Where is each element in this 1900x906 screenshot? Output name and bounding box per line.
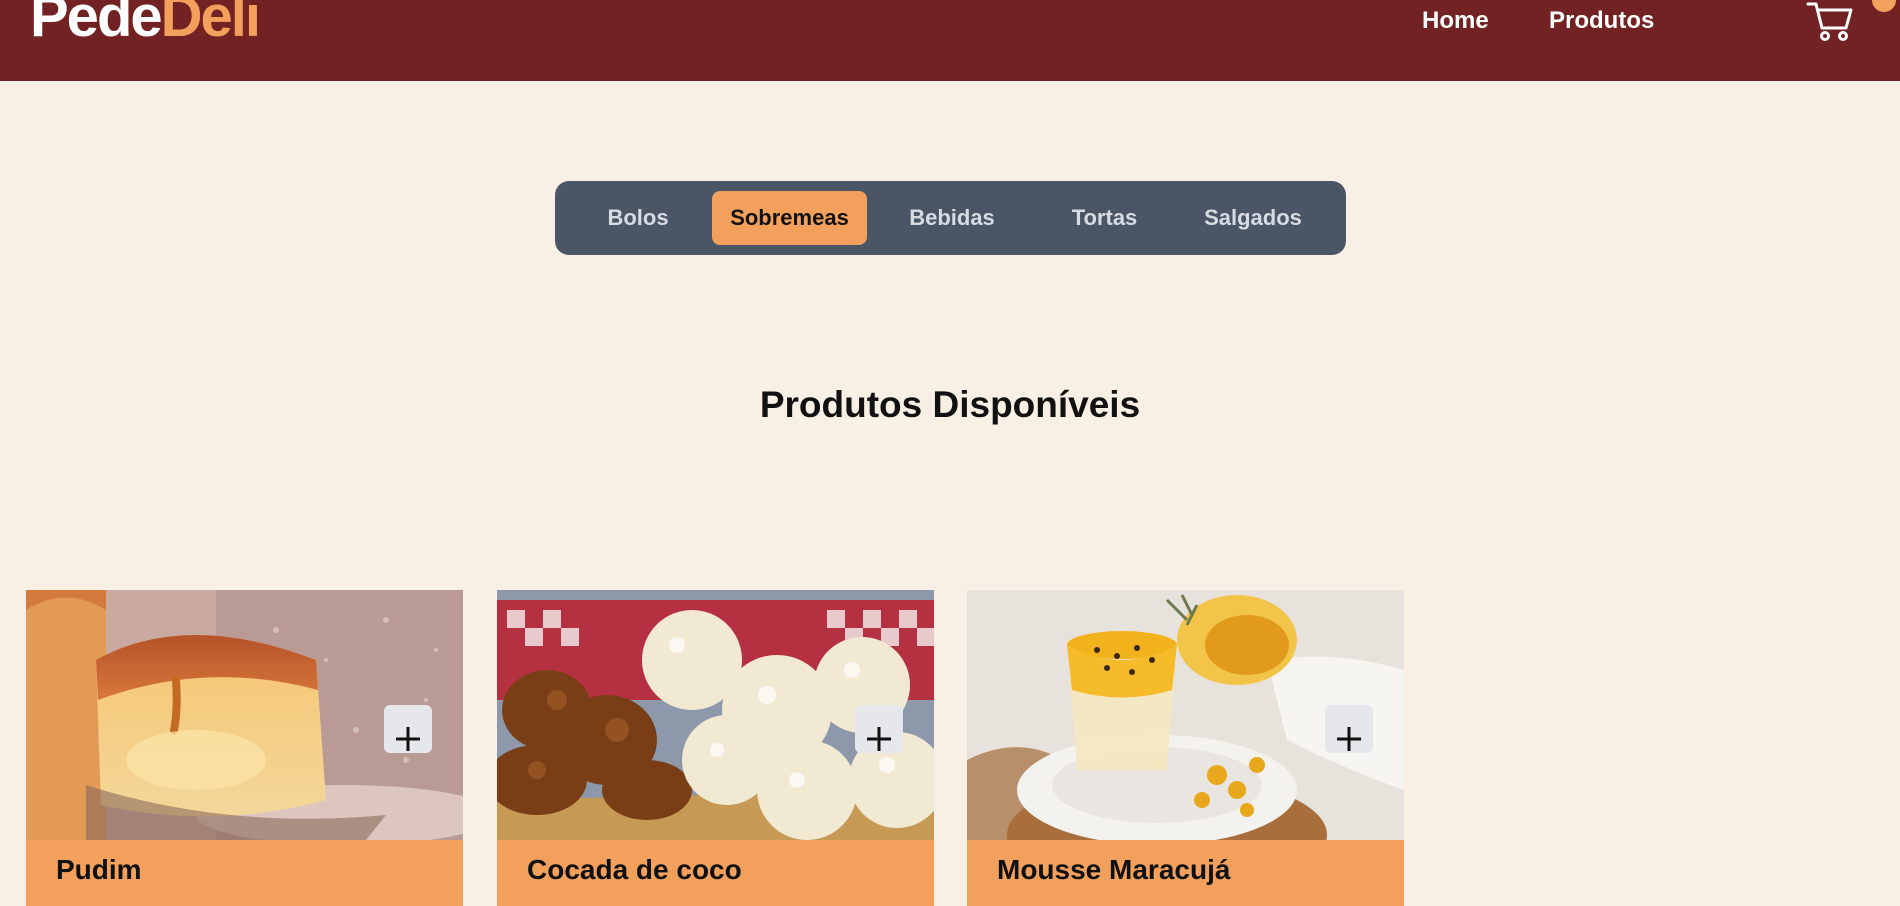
top-navbar: PedeDeli Home Produtos bbox=[0, 0, 1900, 81]
product-footer: Pudim bbox=[26, 840, 463, 906]
logo-text-deli: Deli bbox=[160, 0, 261, 49]
logo-text-pede: Pede bbox=[30, 0, 163, 49]
tab-tortas[interactable]: Tortas bbox=[1057, 191, 1152, 245]
page-title: Produtos Disponíveis bbox=[759, 384, 1141, 425]
product-footer: Mousse Maracujá bbox=[967, 840, 1404, 906]
category-tabs: Bolos Sobremeas Bebidas Tortas Salgados bbox=[555, 181, 1346, 255]
brand-logo[interactable]: PedeDeli bbox=[30, 0, 261, 49]
tab-sobremeas[interactable]: Sobremeas bbox=[712, 191, 867, 245]
product-name: Pudim bbox=[56, 854, 142, 885]
add-to-cart-button[interactable] bbox=[384, 705, 432, 753]
cart-icon[interactable] bbox=[1806, 0, 1854, 42]
product-card-cocada: Cocada de coco bbox=[497, 590, 934, 906]
product-name: Mousse Maracujá bbox=[997, 854, 1231, 885]
tab-salgados[interactable]: Salgados bbox=[1193, 191, 1313, 245]
product-card-mousse: Mousse Maracujá bbox=[967, 590, 1404, 906]
tab-bolos[interactable]: Bolos bbox=[595, 191, 681, 245]
plus-icon bbox=[867, 727, 891, 751]
tab-bebidas[interactable]: Bebidas bbox=[902, 191, 1002, 245]
plus-icon bbox=[396, 727, 420, 751]
product-footer: Cocada de coco bbox=[497, 840, 934, 906]
plus-icon bbox=[1337, 727, 1361, 751]
product-name: Cocada de coco bbox=[527, 854, 742, 885]
add-to-cart-button[interactable] bbox=[1325, 705, 1373, 753]
nav-link-home[interactable]: Home bbox=[1422, 7, 1489, 35]
product-card-pudim: Pudim bbox=[26, 590, 463, 906]
nav-link-produtos[interactable]: Produtos bbox=[1549, 7, 1654, 35]
add-to-cart-button[interactable] bbox=[855, 705, 903, 753]
cart-count-badge bbox=[1872, 0, 1896, 12]
